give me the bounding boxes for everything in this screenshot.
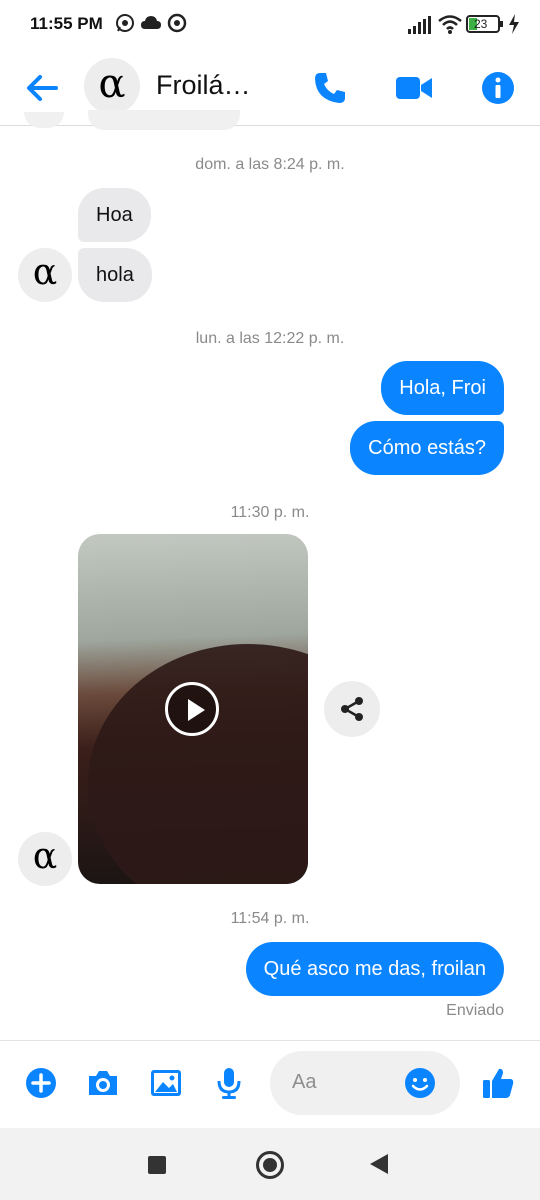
- charging-icon: [508, 14, 520, 39]
- message-input-placeholder: Aa: [292, 1071, 317, 1093]
- share-button[interactable]: [324, 681, 380, 737]
- contact-avatar[interactable]: α: [84, 58, 140, 114]
- voice-call-button[interactable]: [308, 66, 352, 110]
- battery-level: 23: [474, 17, 488, 31]
- message-status: Enviado: [446, 1002, 504, 1019]
- home-icon: [263, 1158, 277, 1172]
- contact-name[interactable]: Froilá…: [156, 70, 251, 101]
- back-arrow-icon: [27, 75, 58, 101]
- back-button[interactable]: [22, 68, 62, 108]
- outgoing-message[interactable]: Hola, Froi: [381, 361, 504, 415]
- like-button[interactable]: [478, 1063, 518, 1103]
- video-camera-icon: [396, 77, 432, 99]
- timestamp: dom. a las 8:24 p. m.: [195, 156, 345, 173]
- home-button[interactable]: [256, 1151, 284, 1179]
- avatar-glyph: α: [98, 61, 126, 107]
- avatar-glyph: α: [32, 836, 58, 877]
- incoming-message[interactable]: Hoa: [78, 188, 151, 242]
- voice-message-button[interactable]: [209, 1063, 249, 1103]
- info-icon: [482, 72, 514, 104]
- camera-button[interactable]: [83, 1063, 123, 1103]
- chat-header: α Froilá…: [0, 52, 540, 126]
- wifi-icon: [438, 14, 462, 39]
- recents-button[interactable]: [148, 1156, 166, 1174]
- video-thumbnail: [88, 644, 308, 884]
- back-nav-button[interactable]: [370, 1154, 388, 1174]
- info-button[interactable]: [476, 66, 520, 110]
- phone-icon: [315, 73, 345, 103]
- whatsapp-icon: [114, 12, 136, 39]
- signal-icon: [408, 16, 432, 39]
- message-input[interactable]: Aa: [270, 1051, 460, 1115]
- composer-bar: Aa: [0, 1040, 540, 1128]
- avatar-glyph: α: [32, 252, 58, 293]
- status-time: 11:55 PM: [30, 14, 103, 33]
- status-bar: 11:55 PM 23: [0, 0, 540, 52]
- previous-message-fragment: [88, 110, 240, 130]
- video-attachment[interactable]: [78, 534, 308, 884]
- cloud-icon: [140, 14, 162, 37]
- incoming-message[interactable]: hola: [78, 248, 152, 302]
- share-icon: [341, 697, 363, 721]
- video-call-button[interactable]: [392, 66, 436, 110]
- timestamp: 11:54 p. m.: [230, 910, 310, 927]
- play-icon[interactable]: [165, 682, 219, 736]
- thumbs-up-icon: [483, 1068, 514, 1098]
- system-nav-bar: [0, 1128, 540, 1200]
- more-actions-button[interactable]: [21, 1063, 61, 1103]
- camera-icon: [89, 1071, 117, 1095]
- smiley-icon: [405, 1068, 435, 1098]
- outgoing-message[interactable]: Cómo estás?: [350, 421, 504, 475]
- gallery-button[interactable]: [146, 1063, 186, 1103]
- timestamp: 11:30 p. m.: [230, 504, 310, 521]
- microphone-icon: [217, 1068, 241, 1099]
- image-icon: [151, 1070, 181, 1096]
- timestamp: lun. a las 12:22 p. m.: [195, 330, 345, 347]
- sender-avatar[interactable]: α: [18, 248, 72, 302]
- sync-icon: [166, 12, 188, 39]
- outgoing-message[interactable]: Qué asco me das, froilan: [245, 942, 504, 996]
- plus-circle-icon: [26, 1068, 56, 1098]
- sender-avatar[interactable]: α: [18, 832, 72, 886]
- emoji-button[interactable]: [402, 1065, 438, 1101]
